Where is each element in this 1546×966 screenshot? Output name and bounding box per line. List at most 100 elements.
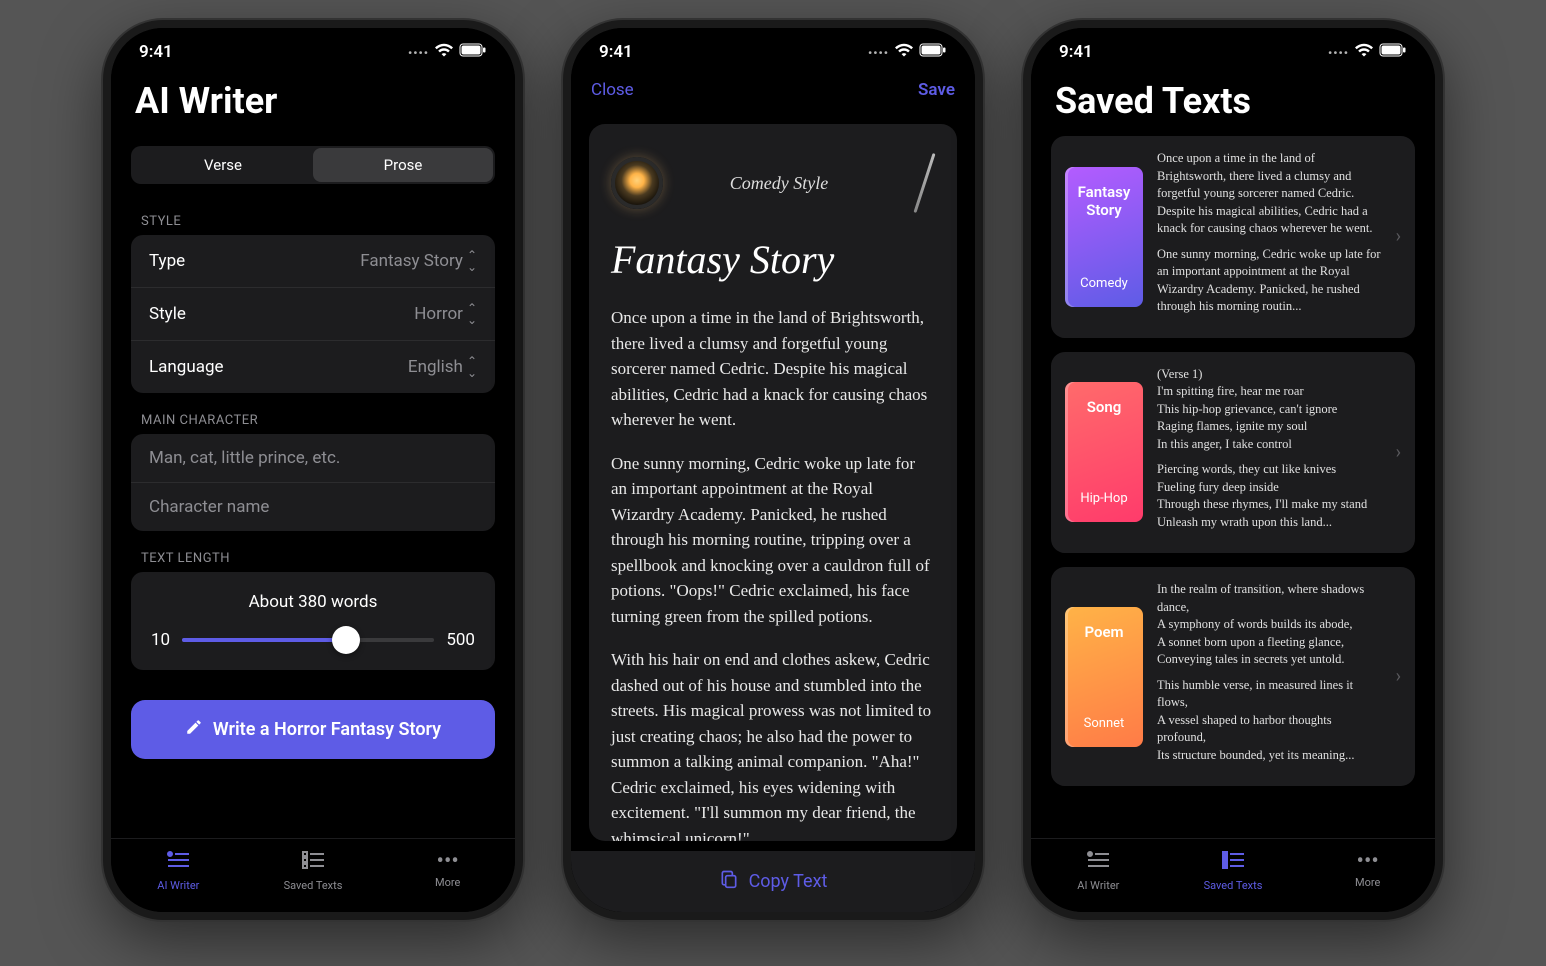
- status-bar: 9:41: [571, 28, 975, 66]
- book-title: Poem: [1071, 623, 1137, 641]
- quill-icon: [895, 148, 935, 218]
- ai-writer-icon: [1031, 849, 1166, 877]
- story-paragraph: With his hair on end and clothes askew, …: [611, 647, 935, 841]
- tab-label: More: [435, 876, 460, 889]
- row-label: Style: [149, 304, 186, 324]
- status-bar: 9:41: [111, 28, 515, 66]
- mainchar-card: Man, cat, little prince, etc. Character …: [131, 434, 495, 531]
- segment-prose[interactable]: Prose: [313, 148, 493, 182]
- input-character-type[interactable]: Man, cat, little prince, etc.: [131, 434, 495, 482]
- slider-max: 500: [446, 630, 475, 650]
- row-label: Language: [149, 357, 224, 377]
- story-card: Comedy Style Fantasy Story Once upon a t…: [589, 124, 957, 841]
- cellular-icon: [408, 42, 429, 62]
- tab-saved-texts[interactable]: Saved Texts: [1166, 849, 1301, 892]
- battery-icon: [919, 42, 947, 62]
- saved-item[interactable]: Song Hip-Hop (Verse 1) I'm spitting fire…: [1051, 352, 1415, 554]
- slider-thumb[interactable]: [332, 626, 360, 654]
- saved-preview: (Verse 1) I'm spitting fire, hear me roa…: [1157, 366, 1382, 540]
- candle-icon: [611, 157, 663, 209]
- updown-icon: ⌃⌄: [467, 249, 477, 273]
- more-icon: •••: [1300, 849, 1435, 874]
- wifi-icon: [1355, 42, 1373, 62]
- preview-paragraph: In the realm of transition, where shadow…: [1157, 581, 1382, 669]
- tab-ai-writer[interactable]: AI Writer: [1031, 849, 1166, 892]
- tab-bar: AI Writer Saved Texts ••• More: [111, 838, 515, 912]
- status-time: 9:41: [599, 42, 633, 62]
- updown-icon: ⌃⌄: [467, 302, 477, 326]
- preview-paragraph: This humble verse, in measured lines it …: [1157, 677, 1382, 765]
- saved-item[interactable]: Poem Sonnet In the realm of transition, …: [1051, 567, 1415, 786]
- phone-ai-writer: 9:41 AI Writer Verse Prose STYLE Type Fa…: [103, 20, 523, 920]
- section-style-label: STYLE: [111, 194, 515, 235]
- book-subtitle: Hip-Hop: [1071, 491, 1137, 506]
- book-subtitle: Sonnet: [1071, 716, 1137, 731]
- tab-label: AI Writer: [157, 879, 199, 892]
- save-button[interactable]: Save: [918, 80, 955, 100]
- book-title: Song: [1071, 398, 1137, 416]
- close-button[interactable]: Close: [591, 80, 634, 100]
- book-subtitle: Comedy: [1071, 276, 1137, 291]
- saved-item[interactable]: Fantasy Story Comedy Once upon a time in…: [1051, 136, 1415, 338]
- pen-icon: [185, 718, 203, 741]
- row-value: Fantasy Story: [360, 251, 463, 271]
- tab-bar: AI Writer Saved Texts ••• More: [1031, 838, 1435, 912]
- modal-bar: Close Save: [571, 66, 975, 114]
- segmented-control[interactable]: Verse Prose: [131, 146, 495, 184]
- book-cover: Fantasy Story Comedy: [1065, 167, 1143, 307]
- preview-paragraph: (Verse 1) I'm spitting fire, hear me roa…: [1157, 366, 1382, 454]
- copy-label: Copy Text: [749, 871, 828, 892]
- wifi-icon: [435, 42, 453, 62]
- status-time: 9:41: [1059, 42, 1093, 62]
- style-tag: Comedy Style: [730, 173, 828, 194]
- tab-more[interactable]: ••• More: [380, 849, 515, 892]
- tab-saved-texts[interactable]: Saved Texts: [246, 849, 381, 892]
- row-language[interactable]: Language English⌃⌄: [131, 340, 495, 393]
- tab-label: Saved Texts: [1204, 879, 1263, 892]
- phone-saved-texts: 9:41 Saved Texts Fantasy Story Comedy On…: [1023, 20, 1443, 920]
- battery-icon: [1379, 42, 1407, 62]
- story-paragraph: Once upon a time in the land of Brightsw…: [611, 305, 935, 433]
- story-body: Once upon a time in the land of Brightsw…: [611, 305, 935, 841]
- chevron-right-icon: ›: [1396, 666, 1401, 687]
- cta-label: Write a Horror Fantasy Story: [213, 719, 441, 740]
- tab-ai-writer[interactable]: AI Writer: [111, 849, 246, 892]
- book-title: Fantasy Story: [1071, 183, 1137, 219]
- tab-more[interactable]: ••• More: [1300, 849, 1435, 892]
- saved-texts-icon: [1166, 849, 1301, 877]
- book-cover: Song Hip-Hop: [1065, 382, 1143, 522]
- saved-texts-icon: [246, 849, 381, 877]
- row-label: Type: [149, 251, 185, 271]
- status-time: 9:41: [139, 42, 173, 62]
- slider-label: About 380 words: [151, 592, 475, 612]
- more-icon: •••: [380, 849, 515, 874]
- chevron-right-icon: ›: [1396, 226, 1401, 247]
- story-title: Fantasy Story: [611, 236, 935, 283]
- page-title: AI Writer: [111, 66, 515, 136]
- write-button[interactable]: Write a Horror Fantasy Story: [131, 700, 495, 759]
- row-value: Horror: [414, 304, 463, 324]
- saved-list: Fantasy Story Comedy Once upon a time in…: [1031, 136, 1435, 786]
- preview-paragraph: One sunny morning, Cedric woke up late f…: [1157, 246, 1382, 316]
- row-type[interactable]: Type Fantasy Story⌃⌄: [131, 235, 495, 287]
- chevron-right-icon: ›: [1396, 442, 1401, 463]
- wifi-icon: [895, 42, 913, 62]
- row-style[interactable]: Style Horror⌃⌄: [131, 287, 495, 340]
- input-character-name[interactable]: Character name: [131, 482, 495, 531]
- tab-label: Saved Texts: [284, 879, 343, 892]
- preview-paragraph: Once upon a time in the land of Brightsw…: [1157, 150, 1382, 238]
- saved-preview: In the realm of transition, where shadow…: [1157, 581, 1382, 772]
- style-card: Type Fantasy Story⌃⌄ Style Horror⌃⌄ Lang…: [131, 235, 495, 393]
- copy-icon: [719, 869, 739, 894]
- row-value: English: [408, 357, 463, 377]
- section-mainchar-label: MAIN CHARACTER: [111, 393, 515, 434]
- saved-preview: Once upon a time in the land of Brightsw…: [1157, 150, 1382, 324]
- copy-text-button[interactable]: Copy Text: [571, 851, 975, 912]
- length-slider[interactable]: [182, 638, 434, 642]
- battery-icon: [459, 42, 487, 62]
- updown-icon: ⌃⌄: [467, 355, 477, 379]
- book-cover: Poem Sonnet: [1065, 607, 1143, 747]
- preview-paragraph: Piercing words, they cut like knives Fue…: [1157, 461, 1382, 531]
- tab-label: More: [1355, 876, 1380, 889]
- segment-verse[interactable]: Verse: [133, 148, 313, 182]
